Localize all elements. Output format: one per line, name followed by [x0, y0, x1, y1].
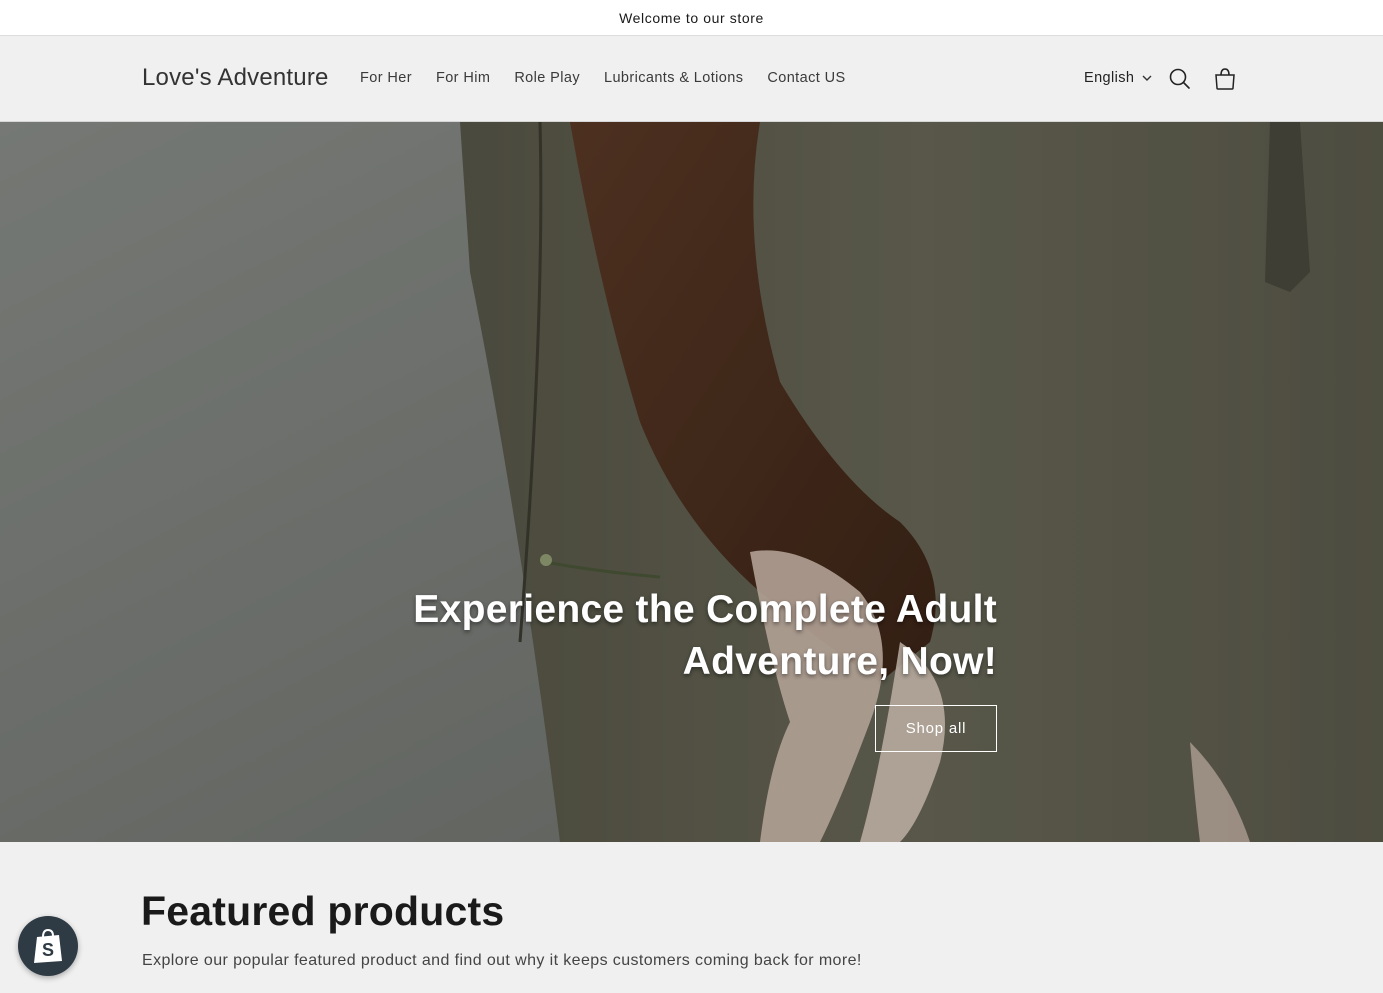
featured-subtitle: Explore our popular featured product and… — [142, 952, 862, 969]
search-button[interactable] — [1166, 65, 1194, 93]
main-nav: For Her For Him Role Play Lubricants & L… — [348, 70, 858, 86]
shopify-bag-icon: S — [34, 928, 62, 963]
shop-all-button[interactable]: Shop all — [875, 705, 997, 752]
store-logo[interactable]: Love's Adventure — [142, 64, 329, 92]
search-icon — [1169, 68, 1190, 89]
cart-button[interactable] — [1211, 65, 1239, 93]
site-header: Love's Adventure For Her For Him Role Pl… — [0, 36, 1383, 122]
nav-item-role-play[interactable]: Role Play — [502, 70, 592, 86]
hero-title: Experience the Complete Adult Adventure,… — [413, 588, 997, 683]
nav-item-for-him[interactable]: For Him — [424, 70, 502, 86]
language-selector[interactable]: English — [1084, 70, 1152, 86]
announcement-bar: Welcome to our store — [0, 0, 1383, 36]
announcement-text: Welcome to our store — [619, 9, 764, 26]
nav-item-for-her[interactable]: For Her — [348, 70, 424, 86]
nav-item-lubricants[interactable]: Lubricants & Lotions — [592, 70, 755, 86]
svg-text:S: S — [42, 940, 54, 960]
chevron-down-icon — [1142, 75, 1152, 81]
featured-title: Featured products — [141, 888, 505, 934]
hero-banner: Experience the Complete Adult Adventure,… — [0, 122, 1383, 842]
cart-icon — [1215, 68, 1235, 90]
shopify-badge-button[interactable]: S — [18, 916, 78, 976]
nav-item-contact[interactable]: Contact US — [755, 70, 857, 86]
language-label: English — [1084, 70, 1135, 86]
hero-image — [0, 122, 1383, 842]
featured-products-section: Featured products Explore our popular fe… — [0, 842, 1383, 993]
